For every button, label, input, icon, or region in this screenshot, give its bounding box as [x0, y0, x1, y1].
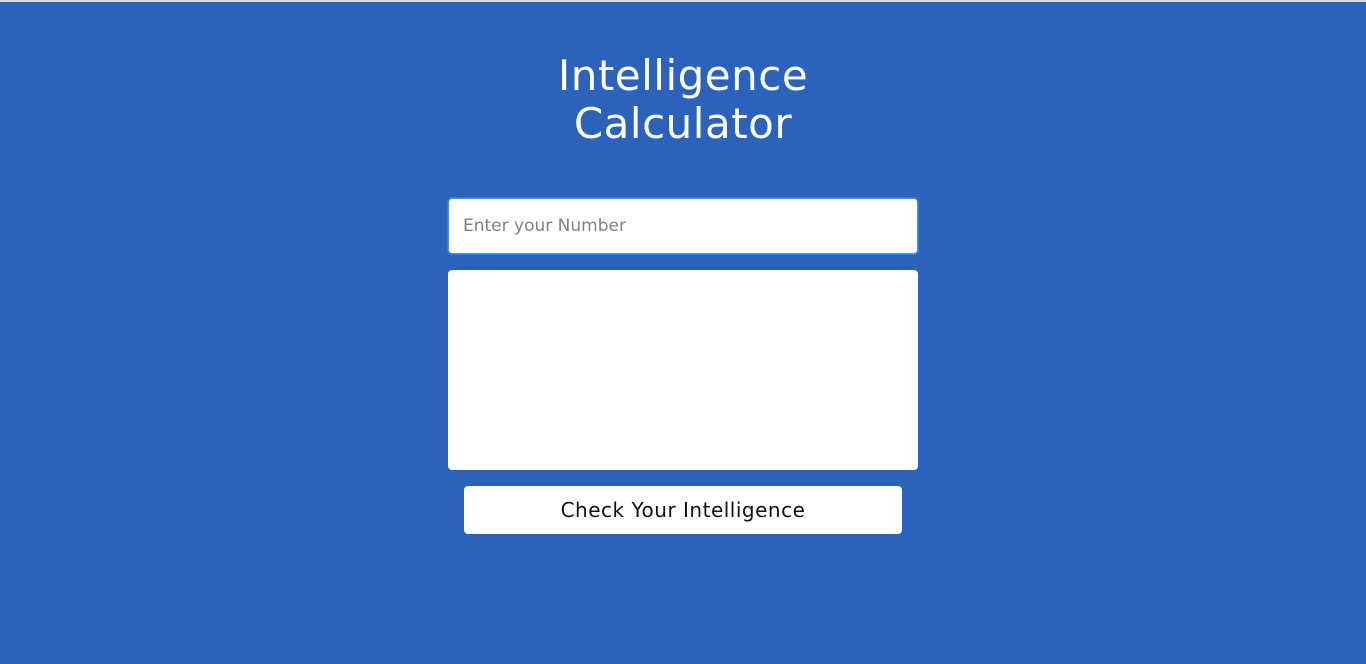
number-input[interactable]	[447, 197, 919, 255]
check-intelligence-button[interactable]: Check Your Intelligence	[464, 486, 902, 534]
top-border	[0, 0, 1366, 2]
page-title-line1: Intelligence	[557, 51, 809, 100]
page-title: Intelligence Calculator	[383, 52, 983, 148]
page-title-line2: Calculator	[573, 99, 793, 148]
result-textarea[interactable]	[448, 270, 918, 470]
